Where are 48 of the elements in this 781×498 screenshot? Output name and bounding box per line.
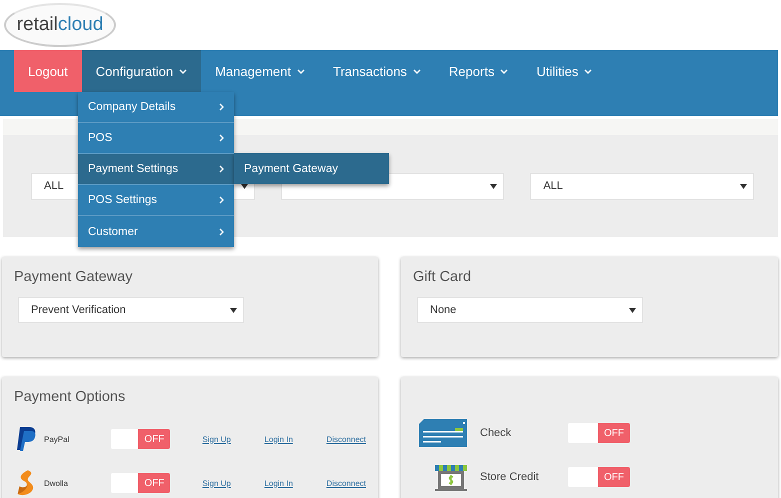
logo: retailcloud: [4, 3, 116, 47]
chevron-down-icon: [584, 68, 592, 74]
chevron-down-icon: [500, 68, 508, 74]
dropdown-arrow-icon: [230, 308, 237, 312]
menu-item[interactable]: Payment Gateway: [234, 153, 389, 184]
nav-menu-item[interactable]: Utilities: [522, 50, 606, 92]
chevron-down-icon: [179, 68, 188, 74]
toggle-switch[interactable]: OFF: [111, 473, 170, 493]
chevron-right-icon: [219, 103, 224, 111]
card-title: Gift Card: [413, 269, 472, 285]
chevron-right-icon: [219, 228, 224, 236]
chevron-right-icon: [219, 134, 224, 142]
chevron-down-icon: [412, 68, 421, 74]
card-title: Payment Gateway: [14, 269, 134, 285]
link[interactable]: Disconnect: [326, 434, 366, 444]
chevron-right-icon: [219, 196, 224, 204]
menu-item[interactable]: Payment Settings: [78, 154, 234, 185]
storefront-icon: [435, 463, 467, 491]
chevron-right-icon: [219, 165, 224, 173]
menu-item[interactable]: Customer: [78, 216, 234, 247]
link[interactable]: Login In: [264, 478, 326, 488]
logout-button[interactable]: Logout: [14, 50, 82, 92]
payment-name: PayPal: [44, 434, 70, 444]
dropdown-arrow-icon: [490, 184, 498, 188]
dropdown-arrow-icon: [740, 184, 748, 188]
toggle-switch[interactable]: OFF: [111, 429, 170, 449]
link[interactable]: Login In: [264, 434, 326, 444]
nav-menu-item[interactable]: Configuration: [82, 50, 202, 92]
payment-name: Dwolla: [44, 478, 70, 488]
link[interactable]: Disconnect: [326, 478, 366, 488]
menu-item[interactable]: POS Settings: [78, 185, 234, 216]
select-field[interactable]: Prevent Verification: [18, 297, 244, 323]
card-title: Payment Options: [14, 389, 126, 405]
nav-menu-item[interactable]: Transactions: [318, 50, 435, 92]
chevron-down-icon: [296, 68, 305, 74]
nav-menu-item[interactable]: Reports: [434, 50, 522, 92]
dropdown-arrow-icon: [629, 308, 636, 312]
nav-menu-item[interactable]: Management: [201, 50, 319, 92]
link[interactable]: Sign Up: [202, 478, 264, 488]
link[interactable]: Sign Up: [202, 434, 264, 444]
menu-item[interactable]: Company Details: [78, 92, 234, 123]
payment-name: Check: [480, 427, 512, 439]
payment-name: Store Credit: [480, 471, 540, 483]
paypal-logo-icon: [16, 426, 38, 452]
filter-select[interactable]: ALL: [530, 172, 754, 200]
select-field[interactable]: None: [417, 297, 643, 323]
check-icon: [419, 419, 467, 447]
dropdown-arrow-icon: [240, 184, 248, 188]
